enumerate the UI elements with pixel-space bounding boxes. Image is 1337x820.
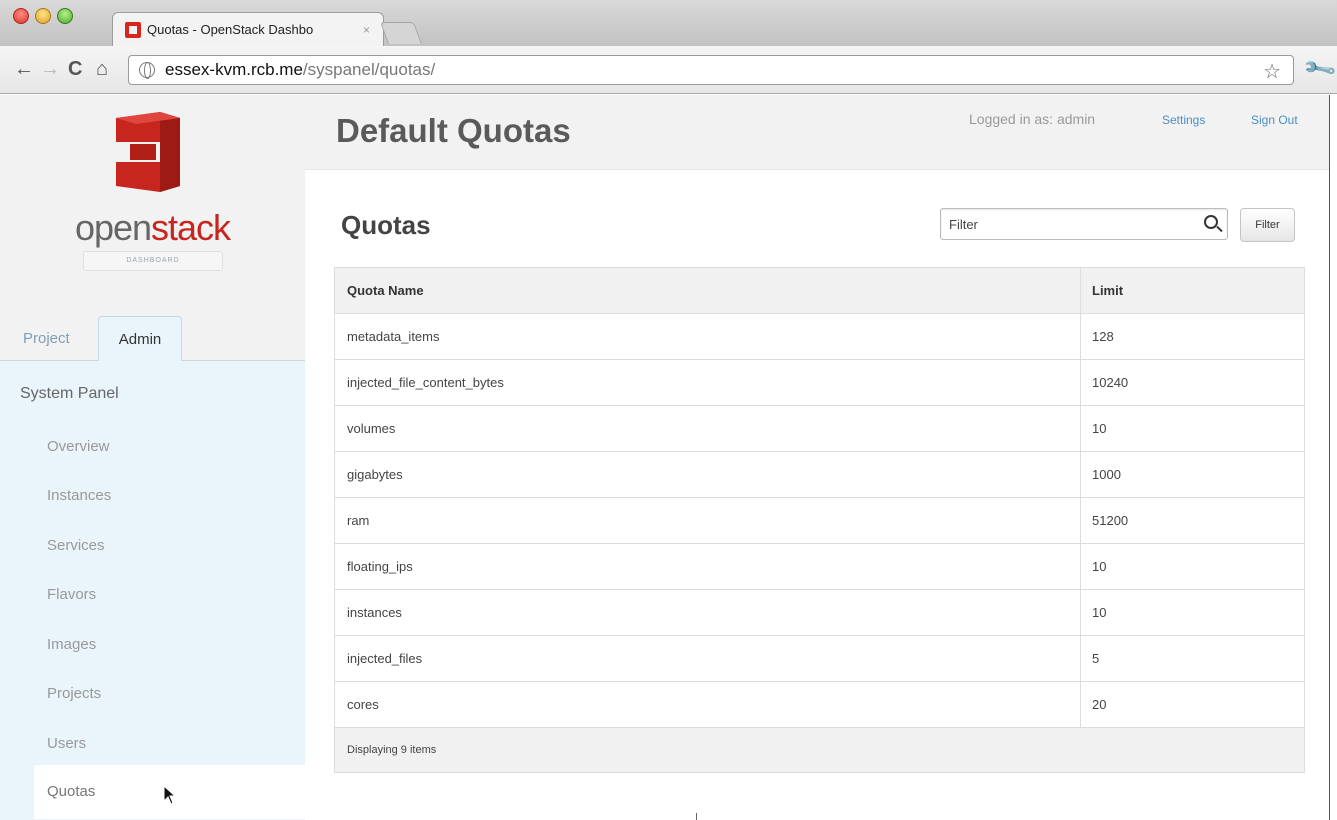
quota-limit-cell: 1000	[1092, 467, 1121, 482]
table-row: metadata_items 128	[335, 314, 1304, 360]
page-title: Default Quotas	[336, 112, 571, 149]
quota-name-cell: metadata_items	[335, 314, 1081, 359]
zoom-window-icon[interactable]	[57, 8, 73, 24]
back-icon[interactable]: ←	[14, 57, 34, 81]
quota-limit-cell: 20	[1092, 697, 1107, 712]
filter-button[interactable]: Filter	[1240, 208, 1295, 242]
address-bar[interactable]: essex-kvm.rcb.me/syspanel/quotas/ ☆	[128, 55, 1294, 85]
browser-titlebar: Quotas - OpenStack Dashbo ×	[0, 0, 1337, 46]
sidebar-item-flavors[interactable]: Flavors	[47, 586, 96, 603]
sidebar-item-services[interactable]: Services	[47, 537, 105, 554]
quota-limit-cell: 5	[1092, 651, 1100, 666]
table-row: injected_file_content_bytes 10240	[335, 360, 1304, 406]
table-row: injected_files 5	[335, 636, 1304, 682]
globe-icon	[139, 62, 155, 79]
quota-limit-cell: 51200	[1092, 513, 1129, 528]
logo-subtitle: DASHBOARD	[83, 251, 223, 271]
sidebar: openstack DASHBOARD Project Admin System…	[0, 95, 306, 820]
star-icon[interactable]: ☆	[1263, 59, 1281, 84]
browser-toolbar: ← → C ⌂ essex-kvm.rcb.me/syspanel/quotas…	[0, 46, 1337, 94]
table-row: cores 20	[335, 682, 1304, 728]
browser-tab[interactable]: Quotas - OpenStack Dashbo ×	[112, 12, 384, 46]
quota-limit-cell: 128	[1092, 329, 1114, 344]
table-row: instances 10	[335, 590, 1304, 636]
tab-close-icon[interactable]: ×	[363, 23, 370, 37]
quota-name-cell: injected_files	[335, 636, 1081, 681]
url-host: essex-kvm.rcb.me	[165, 60, 303, 79]
quota-name-cell: volumes	[335, 406, 1081, 451]
minimize-window-icon[interactable]	[35, 8, 51, 24]
openstack-favicon-icon	[125, 21, 141, 38]
window-edge	[1329, 95, 1337, 820]
openstack-logo-text: openstack	[0, 207, 305, 249]
sidebar-item-projects[interactable]: Projects	[47, 685, 101, 702]
close-window-icon[interactable]	[13, 8, 29, 24]
filter-field	[940, 208, 1228, 240]
table-row: ram 51200	[335, 498, 1304, 544]
tab-project[interactable]: Project	[23, 316, 70, 361]
tab-title: Quotas - OpenStack Dashbo	[147, 22, 314, 37]
mouse-cursor-icon	[163, 785, 177, 805]
tab-admin[interactable]: Admin	[98, 316, 182, 362]
filter-input[interactable]	[941, 209, 1181, 239]
sidebar-item-users[interactable]: Users	[47, 735, 86, 752]
quota-limit-cell: 10240	[1092, 375, 1129, 390]
home-icon[interactable]: ⌂	[96, 57, 108, 81]
new-tab-button[interactable]	[379, 22, 423, 44]
column-header-limit[interactable]: Limit	[1081, 268, 1304, 313]
reload-icon[interactable]: C	[68, 57, 82, 81]
logo-text-stack: stack	[151, 207, 231, 248]
quota-name-cell: instances	[335, 590, 1081, 635]
table-header: Quota Name Limit	[335, 268, 1304, 314]
sidebar-item-images[interactable]: Images	[47, 636, 96, 653]
panel-heading: System Panel	[20, 385, 119, 402]
sidebar-item-instances[interactable]: Instances	[47, 487, 111, 504]
table-footer: Displaying 9 items	[335, 728, 1304, 772]
section-title: Quotas	[341, 210, 431, 240]
table-row: floating_ips 10	[335, 544, 1304, 590]
column-header-quota-name[interactable]: Quota Name	[335, 268, 1081, 313]
wrench-icon[interactable]: 🔧	[1301, 50, 1337, 87]
table-row: volumes 10	[335, 406, 1304, 452]
search-icon	[1204, 215, 1218, 229]
openstack-logo-icon[interactable]	[106, 112, 183, 192]
quota-name-cell: ram	[335, 498, 1081, 543]
table-row: gigabytes 1000	[335, 452, 1304, 498]
page-header: Default Quotas Logged in as: admin Setti…	[305, 95, 1330, 170]
divider	[696, 813, 697, 820]
quota-name-cell: gigabytes	[335, 452, 1081, 497]
settings-link[interactable]: Settings	[1162, 113, 1205, 127]
quota-name-cell: cores	[335, 682, 1081, 727]
quota-limit-cell: 10	[1092, 559, 1107, 574]
dashboard-tabs: Project Admin	[0, 316, 305, 362]
quotas-table: Quota Name Limit metadata_items 128 inje…	[334, 267, 1305, 773]
quota-name-cell: injected_file_content_bytes	[335, 360, 1081, 405]
sign-out-link[interactable]: Sign Out	[1251, 113, 1298, 127]
logo-text-open: open	[74, 207, 152, 248]
url-path: /syspanel/quotas/	[302, 60, 436, 79]
logged-in-user: Logged in as: admin	[969, 111, 1096, 127]
quota-limit-cell: 10	[1092, 605, 1107, 620]
system-panel: System Panel Overview Instances Services…	[0, 361, 306, 820]
quota-name-cell: floating_ips	[335, 544, 1081, 589]
sidebar-item-overview[interactable]: Overview	[47, 438, 110, 455]
forward-icon[interactable]: →	[40, 57, 60, 81]
quota-limit-cell: 10	[1092, 421, 1107, 436]
